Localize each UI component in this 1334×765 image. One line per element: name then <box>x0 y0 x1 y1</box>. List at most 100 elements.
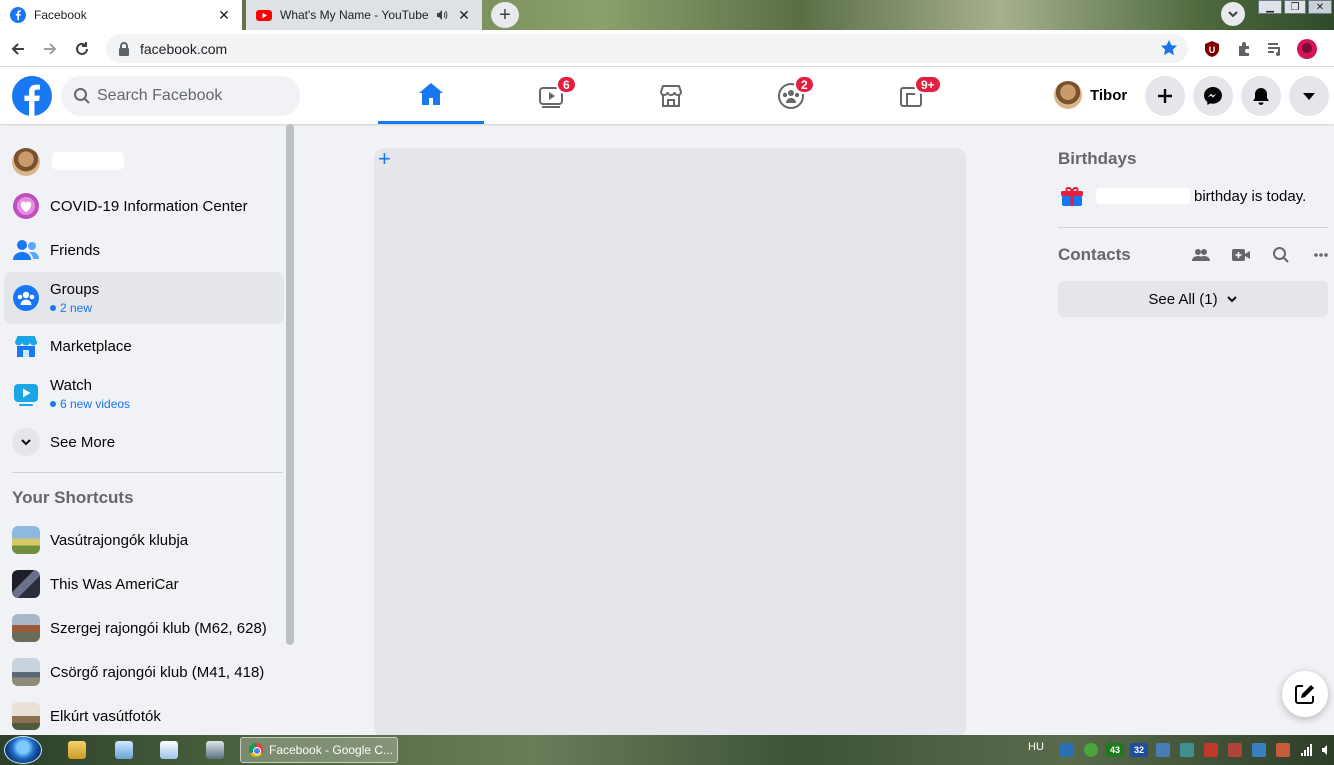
search-box[interactable] <box>61 76 300 116</box>
redacted-name <box>1096 188 1190 204</box>
reload-icon[interactable] <box>71 38 93 60</box>
tray-temp-1[interactable]: 43 <box>1106 743 1124 757</box>
marketplace-icon <box>12 332 40 360</box>
sidebar-item-label: See More <box>50 433 116 451</box>
sidebar-item-watch[interactable]: Watch 6 new videos <box>4 368 284 420</box>
redacted-name <box>52 152 124 170</box>
covid-info-icon <box>12 192 40 220</box>
tray-app-icon[interactable] <box>1060 743 1074 757</box>
search-icon[interactable] <box>1270 244 1292 266</box>
shortcut-label: Vasútrajongók klubja <box>50 531 189 549</box>
close-tab-icon[interactable]: ✕ <box>456 7 472 23</box>
shortcut-item[interactable]: Szergej rajongói klub (M62, 628) <box>4 606 284 650</box>
nav-gaming[interactable]: 9+ <box>858 67 964 124</box>
nav-home[interactable] <box>378 67 484 124</box>
media-controls-icon[interactable] <box>1265 39 1285 59</box>
shortcut-item[interactable]: This Was AmeriCar <box>4 562 284 606</box>
account-menu-button[interactable] <box>1289 76 1329 116</box>
tray-tool-icon[interactable] <box>1228 743 1242 757</box>
groups-new-count: 2 new <box>50 301 99 315</box>
tab-facebook[interactable]: Facebook ✕ <box>0 0 242 30</box>
tab-youtube[interactable]: What's My Name - YouTube ✕ <box>246 0 482 30</box>
tray-monitor-icon[interactable] <box>1276 743 1290 757</box>
shortcut-item[interactable]: Elkúrt vasútfotók <box>4 694 284 735</box>
notepad-icon[interactable] <box>115 741 133 759</box>
home-icon <box>419 83 443 105</box>
sidebar-item-friends[interactable]: Friends <box>4 228 284 272</box>
bookmark-star-icon[interactable] <box>1160 39 1178 57</box>
minimize-button[interactable]: ▁ <box>1258 0 1282 14</box>
chrome-icon <box>249 743 263 757</box>
tray-network-icon[interactable] <box>1156 743 1170 757</box>
see-all-contacts-button[interactable]: See All (1) <box>1058 281 1328 317</box>
close-window-button[interactable]: ✕ <box>1308 0 1332 14</box>
messenger-button[interactable] <box>1193 76 1233 116</box>
create-button[interactable] <box>1145 76 1185 116</box>
avatar <box>1054 81 1082 109</box>
tray-temp-2[interactable]: 32 <box>1130 743 1148 757</box>
monitor-icon[interactable] <box>206 741 224 759</box>
bell-icon <box>1253 88 1269 105</box>
friends-icon <box>12 236 40 264</box>
shortcut-label: Elkúrt vasútfotók <box>50 707 161 725</box>
tab-title: What's My Name - YouTube <box>280 8 429 22</box>
feed-loading-placeholder <box>374 148 966 738</box>
shortcut-item[interactable]: Vasútrajongók klubja <box>4 518 284 562</box>
search-input[interactable] <box>97 87 277 105</box>
tray-signal-icon[interactable] <box>1300 743 1314 757</box>
close-tab-icon[interactable]: ✕ <box>216 7 232 23</box>
tray-volume-icon[interactable] <box>1320 743 1334 757</box>
tray-utorrent-icon[interactable] <box>1084 743 1098 757</box>
ublock-icon[interactable]: U <box>1202 39 1222 59</box>
birthday-row[interactable]: birthday is today. <box>1060 184 1306 208</box>
notifications-button[interactable] <box>1241 76 1281 116</box>
sidebar-item-profile[interactable]: ​ <box>4 140 284 184</box>
marketplace-icon <box>659 84 683 107</box>
document-icon[interactable] <box>160 741 178 759</box>
youtube-favicon-icon <box>256 10 272 21</box>
forward-icon[interactable] <box>39 38 61 60</box>
start-button[interactable] <box>4 736 42 764</box>
speaker-icon[interactable] <box>436 9 448 21</box>
sidebar-item-groups[interactable]: Groups 2 new <box>4 272 284 324</box>
nav-groups[interactable]: 2 <box>738 67 844 124</box>
gift-icon <box>1061 187 1083 206</box>
more-options-icon[interactable] <box>1310 244 1332 266</box>
profile-avatar-icon[interactable] <box>1297 39 1317 59</box>
nav-marketplace[interactable] <box>618 67 724 124</box>
group-thumbnail <box>12 702 40 730</box>
shortcut-label: Szergej rajongói klub (M62, 628) <box>50 619 267 637</box>
taskbar-chrome-task[interactable]: Facebook - Google C... <box>240 737 398 763</box>
sidebar-item-marketplace[interactable]: Marketplace <box>4 324 284 368</box>
file-explorer-icon[interactable] <box>68 741 86 759</box>
profile-link[interactable]: Tibor <box>1050 79 1133 111</box>
sidebar-item-see-more[interactable]: See More <box>4 420 284 464</box>
shortcut-item[interactable]: Csörgő rajongói klub (M41, 418) <box>4 650 284 694</box>
browser-tab-strip: Facebook ✕ What's My Name - YouTube ✕ + … <box>0 0 1334 30</box>
maximize-button[interactable]: ❐ <box>1284 0 1306 14</box>
groups-badge: 2 <box>794 75 815 94</box>
video-call-icon[interactable] <box>1230 244 1252 266</box>
tray-wifi-icon[interactable] <box>1180 743 1194 757</box>
tray-security-icon[interactable] <box>1252 743 1266 757</box>
shortcut-label: Csörgő rajongói klub (M41, 418) <box>50 663 265 681</box>
tab-search-icon[interactable] <box>1221 2 1245 26</box>
back-icon[interactable] <box>7 38 29 60</box>
watch-new-count: 6 new videos <box>50 397 130 411</box>
sidebar-item-covid[interactable]: COVID-19 Information Center <box>4 184 284 228</box>
new-tab-button[interactable]: + <box>491 2 519 28</box>
watch-badge: 6 <box>556 75 577 94</box>
left-sidebar: ​ COVID-19 Information Center Friends Gr… <box>0 124 296 735</box>
new-message-button[interactable] <box>1282 671 1328 717</box>
new-room-icon[interactable] <box>1190 244 1212 266</box>
plus-icon[interactable]: + <box>378 148 396 170</box>
address-bar[interactable]: facebook.com <box>106 34 1188 63</box>
sidebar-scrollbar[interactable] <box>286 124 294 645</box>
nav-watch[interactable]: 6 <box>498 67 604 124</box>
tray-close-icon[interactable] <box>1204 743 1218 757</box>
facebook-logo-icon[interactable] <box>12 76 52 116</box>
extensions-puzzle-icon[interactable] <box>1234 39 1254 59</box>
language-indicator[interactable]: HU <box>1028 741 1044 753</box>
chevron-down-icon <box>1226 293 1238 305</box>
sidebar-item-label: Groups <box>50 281 100 298</box>
